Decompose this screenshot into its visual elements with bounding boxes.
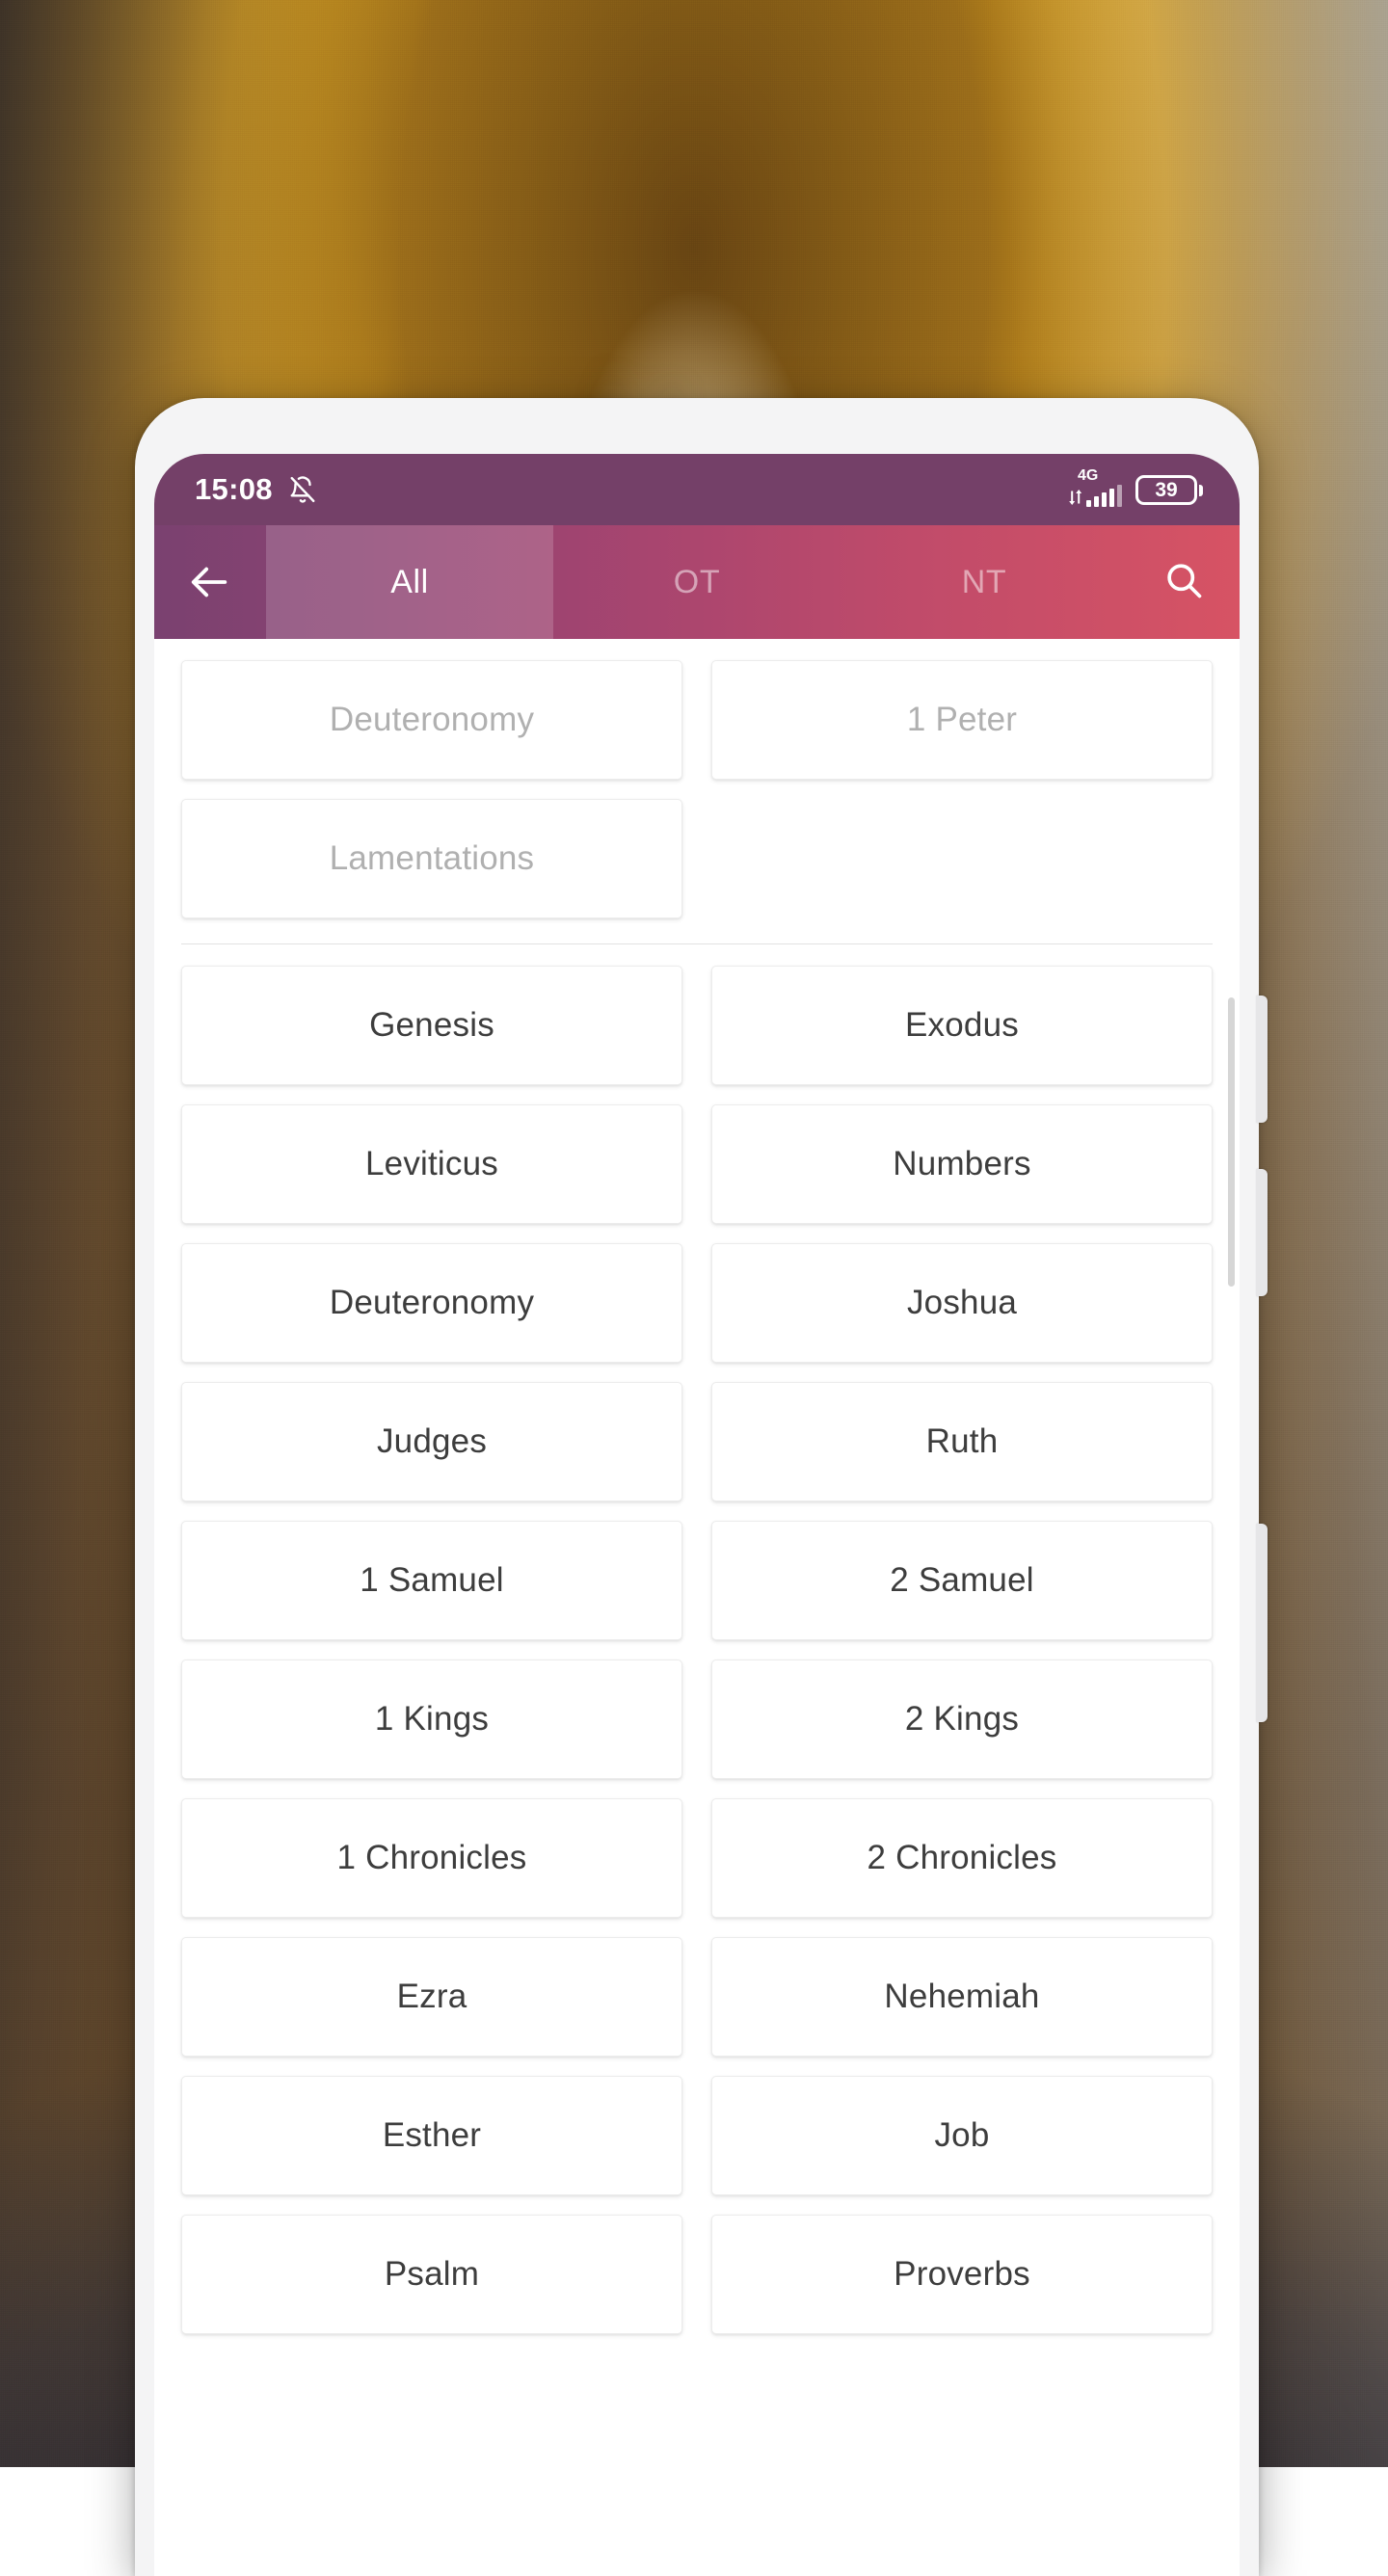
book-list-content[interactable]: Deuteronomy 1 Peter Lamentations Genesis Ex… [154,639,1240,2576]
book-card-label: 2 Chronicles [868,1839,1057,1877]
book-card[interactable]: Ruth [711,1382,1213,1501]
book-card-label: Exodus [905,1006,1019,1045]
battery-level-label: 39 [1155,480,1177,500]
phone-screen: 15:08 4G [154,454,1240,2576]
book-card-label: Joshua [907,1284,1017,1322]
phone-mockup: 15:08 4G [135,398,1259,2576]
recent-book-card-label: Deuteronomy [330,701,534,739]
app-bar: All OT NT [154,525,1240,639]
search-icon [1162,559,1205,606]
signal-bars-icon: 4G [1068,472,1122,507]
status-bar: 15:08 4G [154,454,1240,525]
search-button[interactable] [1128,525,1240,639]
recent-book-card-label: 1 Peter [907,701,1017,739]
power-button[interactable] [1256,1524,1268,1722]
book-card[interactable]: Exodus [711,966,1213,1085]
recent-books-grid: Deuteronomy 1 Peter Lamentations [154,639,1240,918]
book-card-label: Numbers [893,1145,1030,1183]
book-card-label: Genesis [369,1006,494,1045]
book-card[interactable]: Judges [181,1382,682,1501]
volume-up-button[interactable] [1256,996,1268,1123]
status-bar-left: 15:08 [195,472,317,507]
status-bar-right: 4G 39 [1068,472,1203,507]
book-card-label: Deuteronomy [330,1284,534,1322]
tab-ot[interactable]: OT [553,525,841,639]
book-card[interactable]: Job [711,2076,1213,2195]
recent-book-card[interactable]: Deuteronomy [181,660,682,780]
book-card-label: Psalm [385,2255,479,2294]
book-card[interactable]: Numbers [711,1104,1213,1224]
recent-book-card-label: Lamentations [330,839,535,878]
vertical-scrollbar[interactable] [1228,997,1235,1287]
book-card-label: Esther [383,2116,481,2155]
book-card-label: Leviticus [365,1145,498,1183]
arrow-left-icon [188,560,232,604]
back-button[interactable] [154,525,266,639]
book-card[interactable]: Nehemiah [711,1937,1213,2057]
book-card[interactable]: 2 Samuel [711,1521,1213,1640]
tab-nt[interactable]: NT [841,525,1128,639]
book-card[interactable]: Joshua [711,1243,1213,1363]
book-card-label: 2 Kings [905,1700,1019,1739]
network-type-label: 4G [1078,468,1098,484]
book-card[interactable]: Proverbs [711,2215,1213,2334]
book-card-label: Judges [377,1422,487,1461]
battery-icon: 39 [1135,475,1203,505]
bell-slash-icon [288,474,317,505]
book-card-label: Job [934,2116,989,2155]
book-card[interactable]: Leviticus [181,1104,682,1224]
book-card[interactable]: 1 Samuel [181,1521,682,1640]
tab-ot-label: OT [674,564,720,601]
tab-all-label: All [390,564,429,601]
book-card-label: Nehemiah [884,1978,1039,2016]
book-card[interactable]: 2 Kings [711,1660,1213,1779]
book-card-label: Ezra [397,1978,467,2016]
book-card-label: Proverbs [894,2255,1030,2294]
book-card[interactable]: Esther [181,2076,682,2195]
status-clock: 15:08 [195,472,273,507]
volume-down-button[interactable] [1256,1169,1268,1296]
book-card-label: 1 Samuel [360,1561,503,1600]
tab-bar: All OT NT [266,525,1128,639]
data-transfer-icon [1068,489,1083,506]
signal-strength-bars [1086,486,1122,507]
recent-book-card[interactable]: Lamentations [181,799,682,918]
book-card[interactable]: Genesis [181,966,682,1085]
book-card[interactable]: Ezra [181,1937,682,2057]
tab-nt-label: NT [962,564,1007,601]
recent-book-card[interactable]: 1 Peter [711,660,1213,780]
book-card-label: 1 Chronicles [337,1839,527,1877]
book-card[interactable]: 1 Kings [181,1660,682,1779]
book-card[interactable]: Deuteronomy [181,1243,682,1363]
book-card-label: 2 Samuel [890,1561,1033,1600]
book-card-label: Ruth [926,1422,999,1461]
book-card[interactable]: 2 Chronicles [711,1798,1213,1918]
books-grid: Genesis Exodus Leviticus Numbers Deuteronomy… [154,944,1240,2334]
book-card[interactable]: Psalm [181,2215,682,2334]
book-card[interactable]: 1 Chronicles [181,1798,682,1918]
tab-all[interactable]: All [266,525,553,639]
book-card-label: 1 Kings [375,1700,489,1739]
